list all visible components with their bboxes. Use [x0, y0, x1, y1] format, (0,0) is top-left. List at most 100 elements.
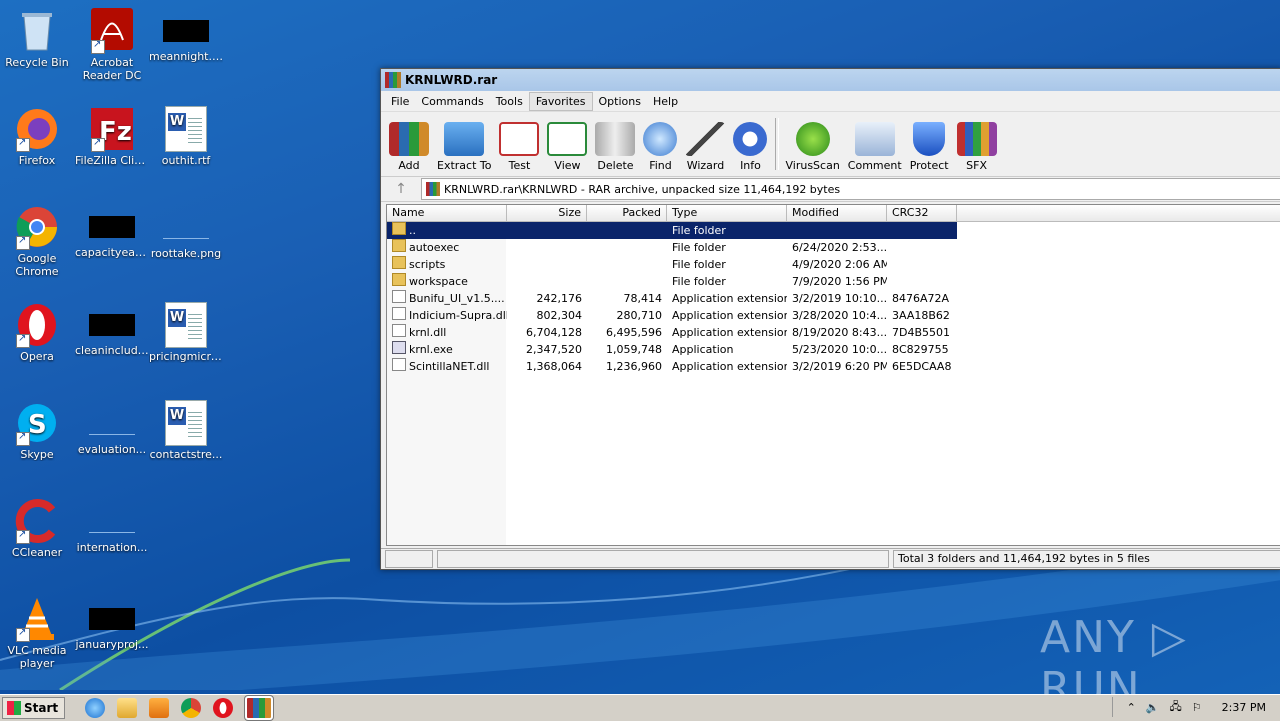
desktop-icon-acrobat[interactable]: Acrobat Reader DC: [75, 8, 149, 82]
image-thumbnail-icon: [163, 216, 209, 239]
desktop-icon-meannight[interactable]: meannight.jpg: [149, 8, 223, 63]
word-document-icon: [165, 400, 207, 446]
desktop-icon-cleaninclude[interactable]: cleaninclude...: [75, 302, 149, 357]
dll-file-icon: [392, 324, 406, 337]
ie-icon[interactable]: [85, 698, 106, 718]
column-modified[interactable]: Modified: [787, 205, 887, 221]
table-row[interactable]: Indicium-Supra.dll 802,304 280,710 Applicat…: [387, 307, 1280, 324]
column-crc32[interactable]: CRC32: [887, 205, 957, 221]
menu-help[interactable]: Help: [647, 93, 684, 110]
desktop-icon-recycle-bin[interactable]: Recycle Bin: [0, 8, 74, 69]
desktop-icon-vlc[interactable]: VLC media player: [0, 596, 74, 670]
sfx-button[interactable]: SFX: [956, 122, 997, 176]
desktop-icon-skype[interactable]: S Skype: [0, 400, 74, 461]
shortcut-arrow-icon: [16, 431, 30, 446]
comment-button[interactable]: Comment: [848, 122, 902, 176]
desktop-icon-outhit[interactable]: outhit.rtf: [149, 106, 223, 167]
word-document-icon: [165, 302, 207, 348]
recycle-bin-icon: [14, 8, 60, 54]
menu-file[interactable]: File: [385, 93, 415, 110]
desktop-icon-opera[interactable]: Opera: [0, 302, 74, 363]
cell-packed: 6,495,596: [606, 326, 662, 339]
menu-tools[interactable]: Tools: [490, 93, 529, 110]
media-player-icon[interactable]: [149, 698, 170, 718]
network-icon[interactable]: 🖧: [1170, 698, 1182, 717]
drive-icon[interactable]: [385, 550, 433, 568]
menu-commands[interactable]: Commands: [415, 93, 489, 110]
opera-icon: [14, 302, 60, 348]
file-thumbnail-icon: [89, 216, 135, 238]
clock[interactable]: 2:37 PM: [1222, 701, 1266, 714]
explorer-folder-icon[interactable]: [117, 698, 138, 718]
cell-modified: 3/2/2019 6:20 PM: [792, 360, 887, 373]
column-name[interactable]: Name: [387, 205, 507, 221]
chrome-taskbar-icon[interactable]: [181, 698, 202, 718]
cell-size: 1,368,064: [526, 360, 582, 373]
cell-size: [507, 222, 587, 239]
file-thumbnail-icon: [89, 412, 135, 435]
table-row[interactable]: .. File folder: [387, 222, 1280, 239]
cell-size: 242,176: [536, 292, 583, 305]
table-row[interactable]: krnl.dll 6,704,128 6,495,596 Application ex…: [387, 324, 1280, 341]
desktop-icon-contactstre[interactable]: contactstre...: [149, 400, 223, 461]
menu-bar: File Commands Tools Favorites Options He…: [381, 91, 1280, 111]
delete-button[interactable]: Delete: [595, 122, 636, 176]
desktop-icon-pricingmicro[interactable]: pricingmicro...: [149, 302, 223, 363]
firefox-icon: [14, 106, 60, 152]
shortcut-arrow-icon: [16, 529, 30, 544]
window-titlebar[interactable]: KRNLWRD.rar: [381, 69, 1280, 91]
table-row[interactable]: ScintillaNET.dll 1,368,064 1,236,960 Applic…: [387, 358, 1280, 375]
desktop-icon-chrome[interactable]: Google Chrome: [0, 204, 74, 278]
up-arrow-icon[interactable]: ↑: [381, 181, 421, 197]
winrar-taskbar-icon[interactable]: [244, 695, 275, 721]
opera-taskbar-icon[interactable]: [213, 698, 234, 718]
desktop-icon-firefox[interactable]: Firefox: [0, 106, 74, 167]
wizard-button[interactable]: Wizard: [685, 122, 726, 176]
desktop-icon-internation[interactable]: internation...: [75, 498, 149, 554]
cell-name: workspace: [387, 273, 507, 290]
cell-crc32: [887, 239, 957, 256]
word-document-icon: [165, 106, 207, 152]
view-button[interactable]: View: [547, 122, 588, 176]
table-row[interactable]: scripts File folder 4/9/2020 2:06 AM: [387, 256, 1280, 273]
cell-packed: 280,710: [616, 309, 663, 322]
table-row[interactable]: autoexec File folder 6/24/2020 2:53...: [387, 239, 1280, 256]
shortcut-arrow-icon: [16, 627, 30, 642]
desktop-icon-januaryproj[interactable]: januaryproj...: [75, 596, 149, 651]
extract-to-button[interactable]: Extract To: [437, 122, 491, 176]
volume-icon[interactable]: 🔈: [1146, 701, 1160, 714]
status-bar: Total 3 folders and 11,464,192 bytes in …: [381, 548, 1280, 569]
column-packed[interactable]: Packed: [587, 205, 667, 221]
desktop-icon-filezilla[interactable]: Fz FileZilla Client: [75, 106, 149, 167]
shortcut-arrow-icon: [16, 235, 30, 250]
action-center-flag-icon[interactable]: ⚐: [1192, 701, 1202, 714]
menu-favorites[interactable]: Favorites: [528, 91, 593, 111]
table-row[interactable]: Bunifu_UI_v1.5.... 242,176 78,414 Applicati…: [387, 290, 1280, 307]
desktop-icon-ccleaner[interactable]: CCleaner: [0, 498, 74, 559]
desktop-icon-evaluation[interactable]: evaluation...: [75, 400, 149, 456]
view-book-icon: [547, 122, 588, 156]
virusscan-button[interactable]: VirusScan: [785, 122, 840, 176]
dll-file-icon: [392, 358, 406, 371]
menu-options[interactable]: Options: [593, 93, 647, 110]
desktop-icon-roottake[interactable]: roottake.png: [149, 204, 223, 260]
find-button[interactable]: Find: [643, 122, 678, 176]
svg-text:S: S: [28, 410, 47, 440]
cell-name: Indicium-Supra.dll: [387, 307, 507, 324]
protect-button[interactable]: Protect: [910, 122, 949, 176]
filezilla-icon: Fz: [89, 106, 135, 152]
info-button[interactable]: Info: [733, 122, 768, 176]
table-row[interactable]: krnl.exe 2,347,520 1,059,748 Application 5/2…: [387, 341, 1280, 358]
cell-modified: [787, 222, 887, 239]
path-field[interactable]: KRNLWRD.rar\KRNLWRD - RAR archive, unpac…: [421, 178, 1280, 200]
tray-chevron-icon[interactable]: ⌃: [1127, 701, 1136, 714]
column-type[interactable]: Type: [667, 205, 787, 221]
test-button[interactable]: Test: [499, 122, 540, 176]
column-size[interactable]: Size: [507, 205, 587, 221]
table-row[interactable]: workspace File folder 7/9/2020 1:56 PM: [387, 273, 1280, 290]
start-button[interactable]: Start: [2, 697, 66, 719]
add-button[interactable]: Add: [389, 122, 429, 176]
archive-icon: [426, 182, 440, 196]
desktop-icon-capacityeac[interactable]: capacityeac...: [75, 204, 149, 259]
address-bar: ↑ KRNLWRD.rar\KRNLWRD - RAR archive, unp…: [381, 176, 1280, 202]
